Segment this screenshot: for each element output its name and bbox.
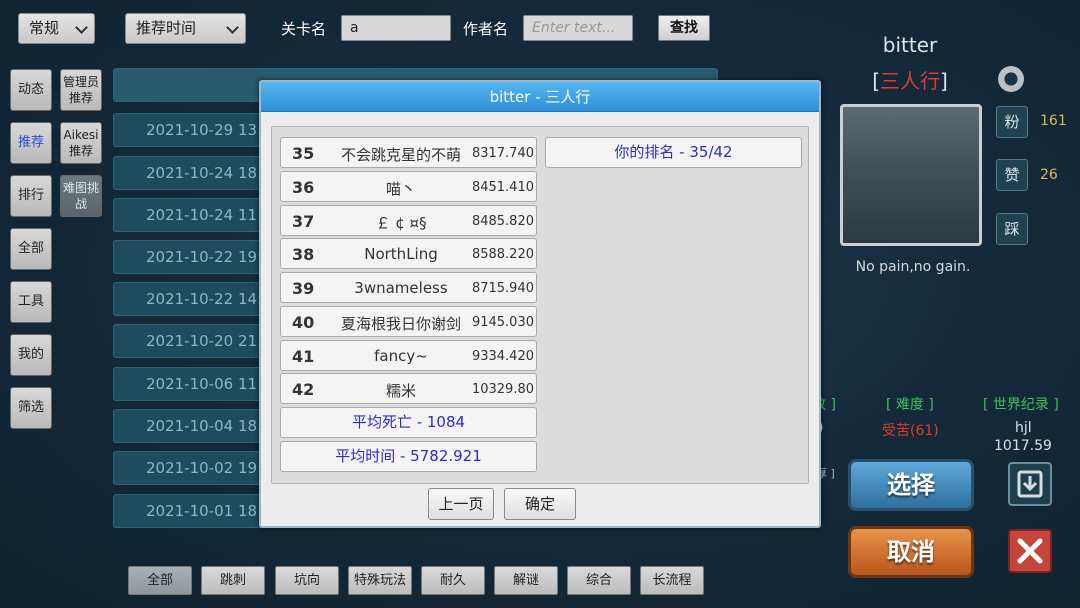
world-record-label: [ 世界纪录 ]: [983, 397, 1059, 413]
difficulty-value: 受苦(61): [882, 423, 939, 439]
average-deaths: 平均死亡 - 1084: [280, 407, 537, 438]
clear-time: 8451.410: [471, 180, 534, 195]
ranking-row: 35 不会跳克星的不萌 8317.740: [280, 137, 537, 168]
dislike-button[interactable]: 踩: [996, 213, 1028, 245]
rank-number: 42: [292, 380, 315, 399]
nav-tools[interactable]: 工具: [10, 281, 52, 323]
level-title: [三人行]: [872, 69, 948, 93]
nav-all[interactable]: 全部: [10, 228, 52, 270]
gear-icon[interactable]: [996, 64, 1026, 94]
player-name: 糯米: [385, 382, 416, 400]
clear-time: 9145.030: [471, 315, 534, 330]
level-name-label: 关卡名: [281, 20, 327, 38]
rank-number: 35: [292, 144, 315, 163]
likes-count: 26: [1040, 167, 1058, 183]
author-name-input[interactable]: [523, 15, 633, 41]
tab-mixed[interactable]: 综合: [567, 566, 631, 595]
tab-special[interactable]: 特殊玩法: [348, 566, 412, 595]
chevron-down-icon: [226, 21, 239, 34]
confirm-button[interactable]: 确定: [504, 488, 576, 520]
ranking-dialog: bitter - 三人行 35 不会跳克星的不萌 8317.740 36 喵丶 …: [259, 80, 821, 528]
tab-jump-spike[interactable]: 跳刺: [201, 566, 265, 595]
tab-all[interactable]: 全部: [128, 566, 192, 595]
tab-puzzle[interactable]: 解谜: [494, 566, 558, 595]
ranking-row: 38 NorthLing 8588.220: [280, 238, 537, 269]
rank-number: 39: [292, 279, 315, 298]
close-button[interactable]: [1008, 529, 1052, 573]
player-name: 3wnameless: [354, 279, 448, 297]
sub-admin-recommend[interactable]: 管理员推荐: [60, 69, 102, 111]
sort-select-value: 推荐时间: [136, 19, 197, 37]
clear-time: 9334.420: [471, 349, 534, 364]
difficulty-label: [ 难度 ]: [886, 397, 934, 413]
author-name-label: 作者名: [463, 20, 509, 38]
clear-time: 8715.940: [471, 281, 534, 296]
player-name: fancy~: [374, 347, 428, 365]
rank-number: 40: [292, 313, 315, 332]
nav-mine[interactable]: 我的: [10, 334, 52, 376]
player-name: ￡ ¢ ¤§: [375, 214, 427, 232]
clear-time: 10329.80: [471, 382, 534, 397]
like-button[interactable]: 赞: [996, 159, 1028, 191]
category-select-value: 常规: [29, 19, 60, 37]
ranking-row: 39 3wnameless 8715.940: [280, 272, 537, 303]
player-name: NorthLing: [364, 245, 438, 263]
prev-page-button[interactable]: 上一页: [428, 488, 494, 520]
record-holder: hjl: [1015, 420, 1032, 436]
clear-time: 8588.220: [471, 247, 534, 262]
player-name: 喵丶: [385, 180, 416, 198]
ranking-row: 40 夏海根我日你谢剑 9145.030: [280, 306, 537, 337]
ranking-row: 37 ￡ ¢ ¤§ 8485.820: [280, 205, 537, 236]
author-motto: No pain,no gain.: [855, 259, 971, 275]
sub-aikesi-recommend[interactable]: Aikesi推荐: [60, 122, 102, 164]
nav-ranking[interactable]: 排行: [10, 175, 52, 217]
clear-time: 8485.820: [471, 214, 534, 229]
chevron-down-icon: [75, 21, 88, 34]
level-name-input[interactable]: [341, 15, 451, 41]
rank-number: 41: [292, 347, 315, 366]
rank-number: 37: [292, 212, 315, 231]
search-button[interactable]: 查找: [658, 15, 710, 41]
ranking-row: 36 喵丶 8451.410: [280, 171, 537, 202]
my-rank: 你的排名 - 35/42: [545, 137, 802, 168]
fans-button[interactable]: 粉: [996, 106, 1028, 138]
average-time: 平均时间 - 5782.921: [280, 441, 537, 472]
tab-endurance[interactable]: 耐久: [421, 566, 485, 595]
ranking-row: 42 糯米 10329.80: [280, 373, 537, 404]
nav-dynamic[interactable]: 动态: [10, 69, 52, 111]
dialog-title: bitter - 三人行: [261, 82, 819, 112]
author-name: bitter: [882, 33, 938, 57]
sort-select[interactable]: 推荐时间: [125, 13, 246, 44]
ranking-row: 41 fancy~ 9334.420: [280, 340, 537, 371]
rank-number: 36: [292, 178, 315, 197]
close-icon: [1017, 538, 1043, 564]
record-time: 1017.59: [994, 438, 1052, 454]
player-name: 夏海根我日你谢剑: [340, 315, 461, 333]
cancel-button[interactable]: 取消: [848, 526, 974, 578]
tab-long[interactable]: 长流程: [640, 566, 704, 595]
tab-troll[interactable]: 坑向: [275, 566, 339, 595]
ranking-panel: 35 不会跳克星的不萌 8317.740 36 喵丶 8451.410 37 ￡…: [271, 126, 809, 484]
clear-time: 8317.740: [471, 146, 534, 161]
sub-hard-challenge[interactable]: 难图挑战: [60, 175, 102, 217]
fans-count: 161: [1040, 113, 1067, 129]
category-select[interactable]: 常规: [18, 13, 95, 44]
nav-filter[interactable]: 筛选: [10, 387, 52, 429]
player-name: 不会跳克星的不萌: [340, 146, 461, 164]
download-button[interactable]: [1008, 462, 1052, 506]
avatar: [840, 104, 982, 246]
rank-number: 38: [292, 245, 315, 264]
download-icon: [1017, 470, 1043, 498]
nav-recommend[interactable]: 推荐: [10, 122, 52, 164]
select-button[interactable]: 选择: [848, 459, 974, 511]
